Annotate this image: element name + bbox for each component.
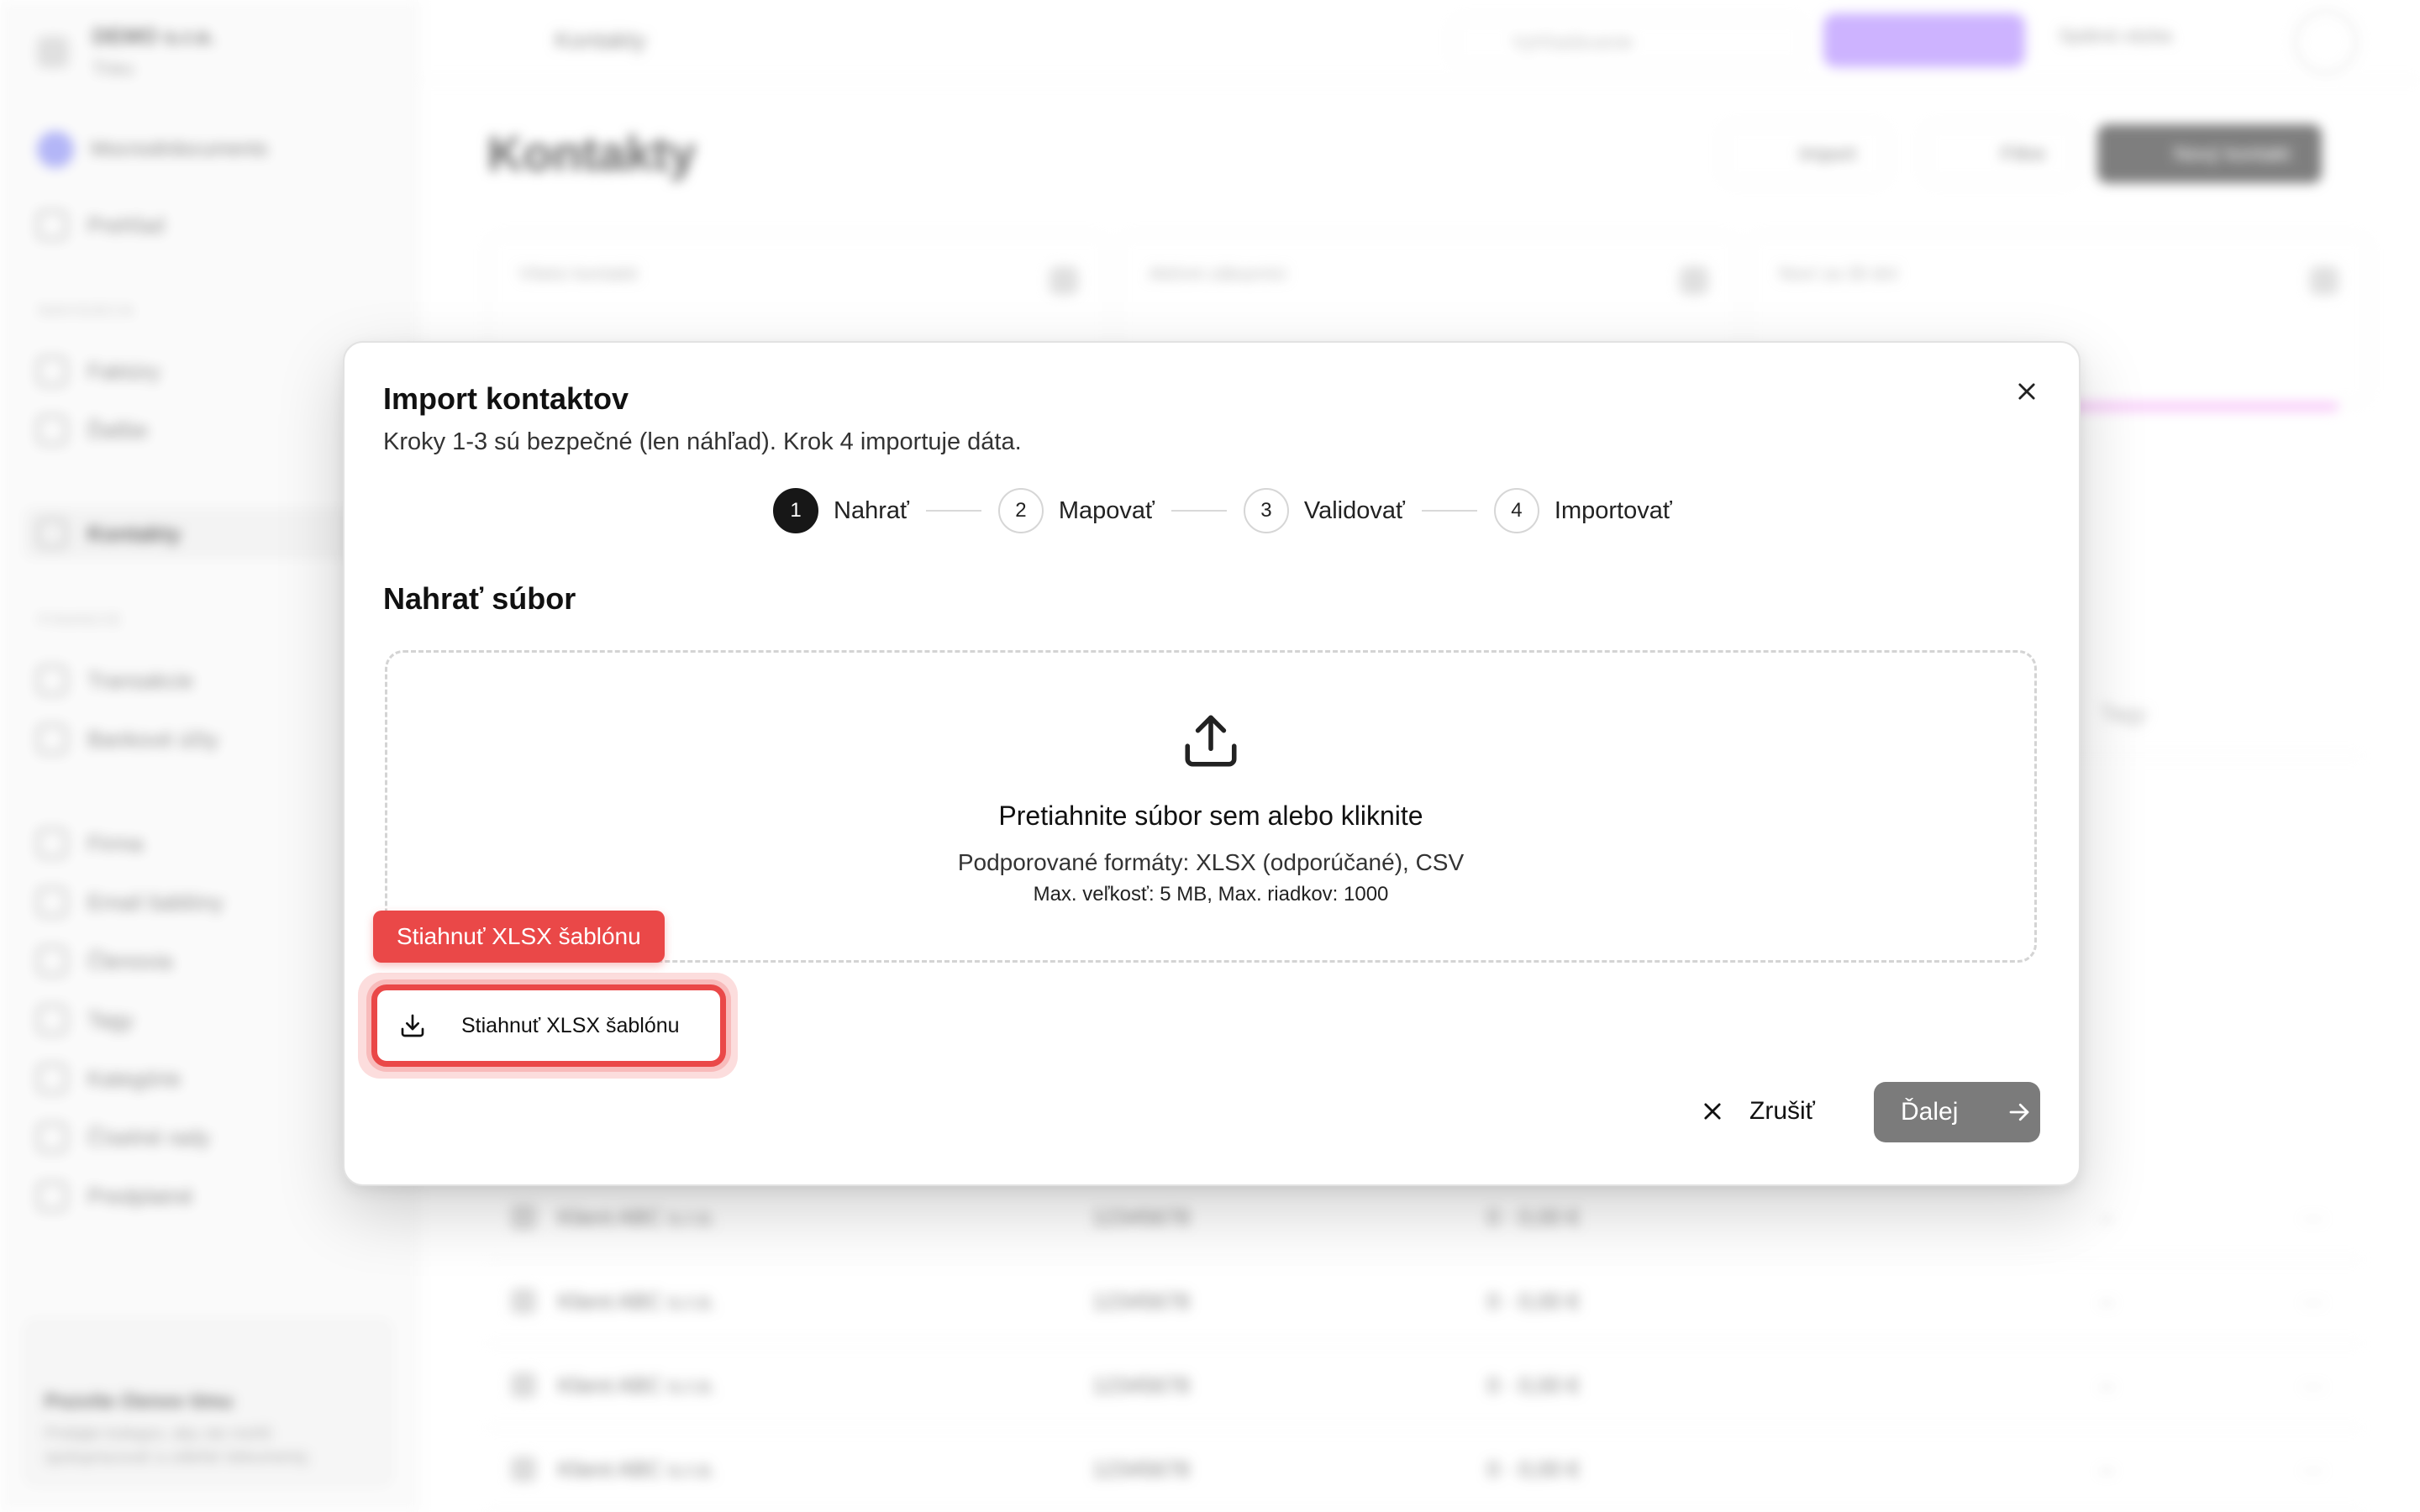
close-button[interactable]	[2008, 373, 2045, 410]
close-icon	[2018, 383, 2035, 400]
upload-icon	[1185, 715, 1237, 767]
next-button[interactable]: Ďalej	[1874, 1082, 2040, 1142]
step-label: Mapovať	[1058, 496, 1155, 524]
dropzone-limits: Max. veľkosť: 5 MB, Max. riadkov: 1000	[1033, 883, 1389, 906]
step-validate[interactable]: 3 Validovať	[1243, 488, 1405, 533]
dropzone-main-text: Pretiahnite súbor sem alebo kliknite	[998, 801, 1423, 831]
cancel-button[interactable]: Zrušiť	[1701, 1082, 1815, 1141]
highlight-tooltip: Stiahnuť XLSX šablónu	[373, 911, 665, 963]
step-connector	[1171, 510, 1227, 512]
cancel-label: Zrušiť	[1749, 1097, 1815, 1125]
step-label: Nahrať	[834, 496, 909, 524]
stepper: 1 Nahrať 2 Mapovať 3 Validovať 4 Importo…	[773, 486, 1672, 536]
arrow-right-icon	[2010, 1103, 2029, 1121]
step-label: Validovať	[1303, 496, 1405, 524]
modal-title: Import kontaktov	[383, 381, 629, 416]
step-connector	[1421, 510, 1477, 512]
step-number: 2	[997, 488, 1044, 533]
import-contacts-modal: Import kontaktov Kroky 1-3 sú bezpečné (…	[343, 341, 2081, 1186]
step-label: Importovať	[1554, 496, 1672, 524]
step-number: 4	[1493, 488, 1539, 533]
step-upload[interactable]: 1 Nahrať	[773, 488, 909, 533]
dropzone-formats: Podporované formáty: XLSX (odporúčané), …	[957, 849, 1465, 875]
modal-subtitle: Kroky 1-3 sú bezpečné (len náhľad). Krok…	[383, 428, 1022, 455]
download-template-button[interactable]: Stiahnuť XLSX šablónu	[371, 984, 726, 1067]
download-template-label: Stiahnuť XLSX šablónu	[461, 1013, 680, 1037]
step-import[interactable]: 4 Importovať	[1493, 488, 1672, 533]
download-icon	[401, 1014, 424, 1037]
step-number: 3	[1243, 488, 1289, 533]
section-title: Nahrať súbor	[383, 581, 576, 616]
app-root: DEMO s.r.o. Trieu Mocnodrdocuments Prehľ…	[0, 0, 2420, 1512]
close-icon	[1704, 1103, 1721, 1120]
next-label: Ďalej	[1901, 1098, 1959, 1126]
step-connector	[925, 510, 981, 512]
step-map[interactable]: 2 Mapovať	[997, 488, 1155, 533]
step-number: 1	[773, 488, 818, 533]
